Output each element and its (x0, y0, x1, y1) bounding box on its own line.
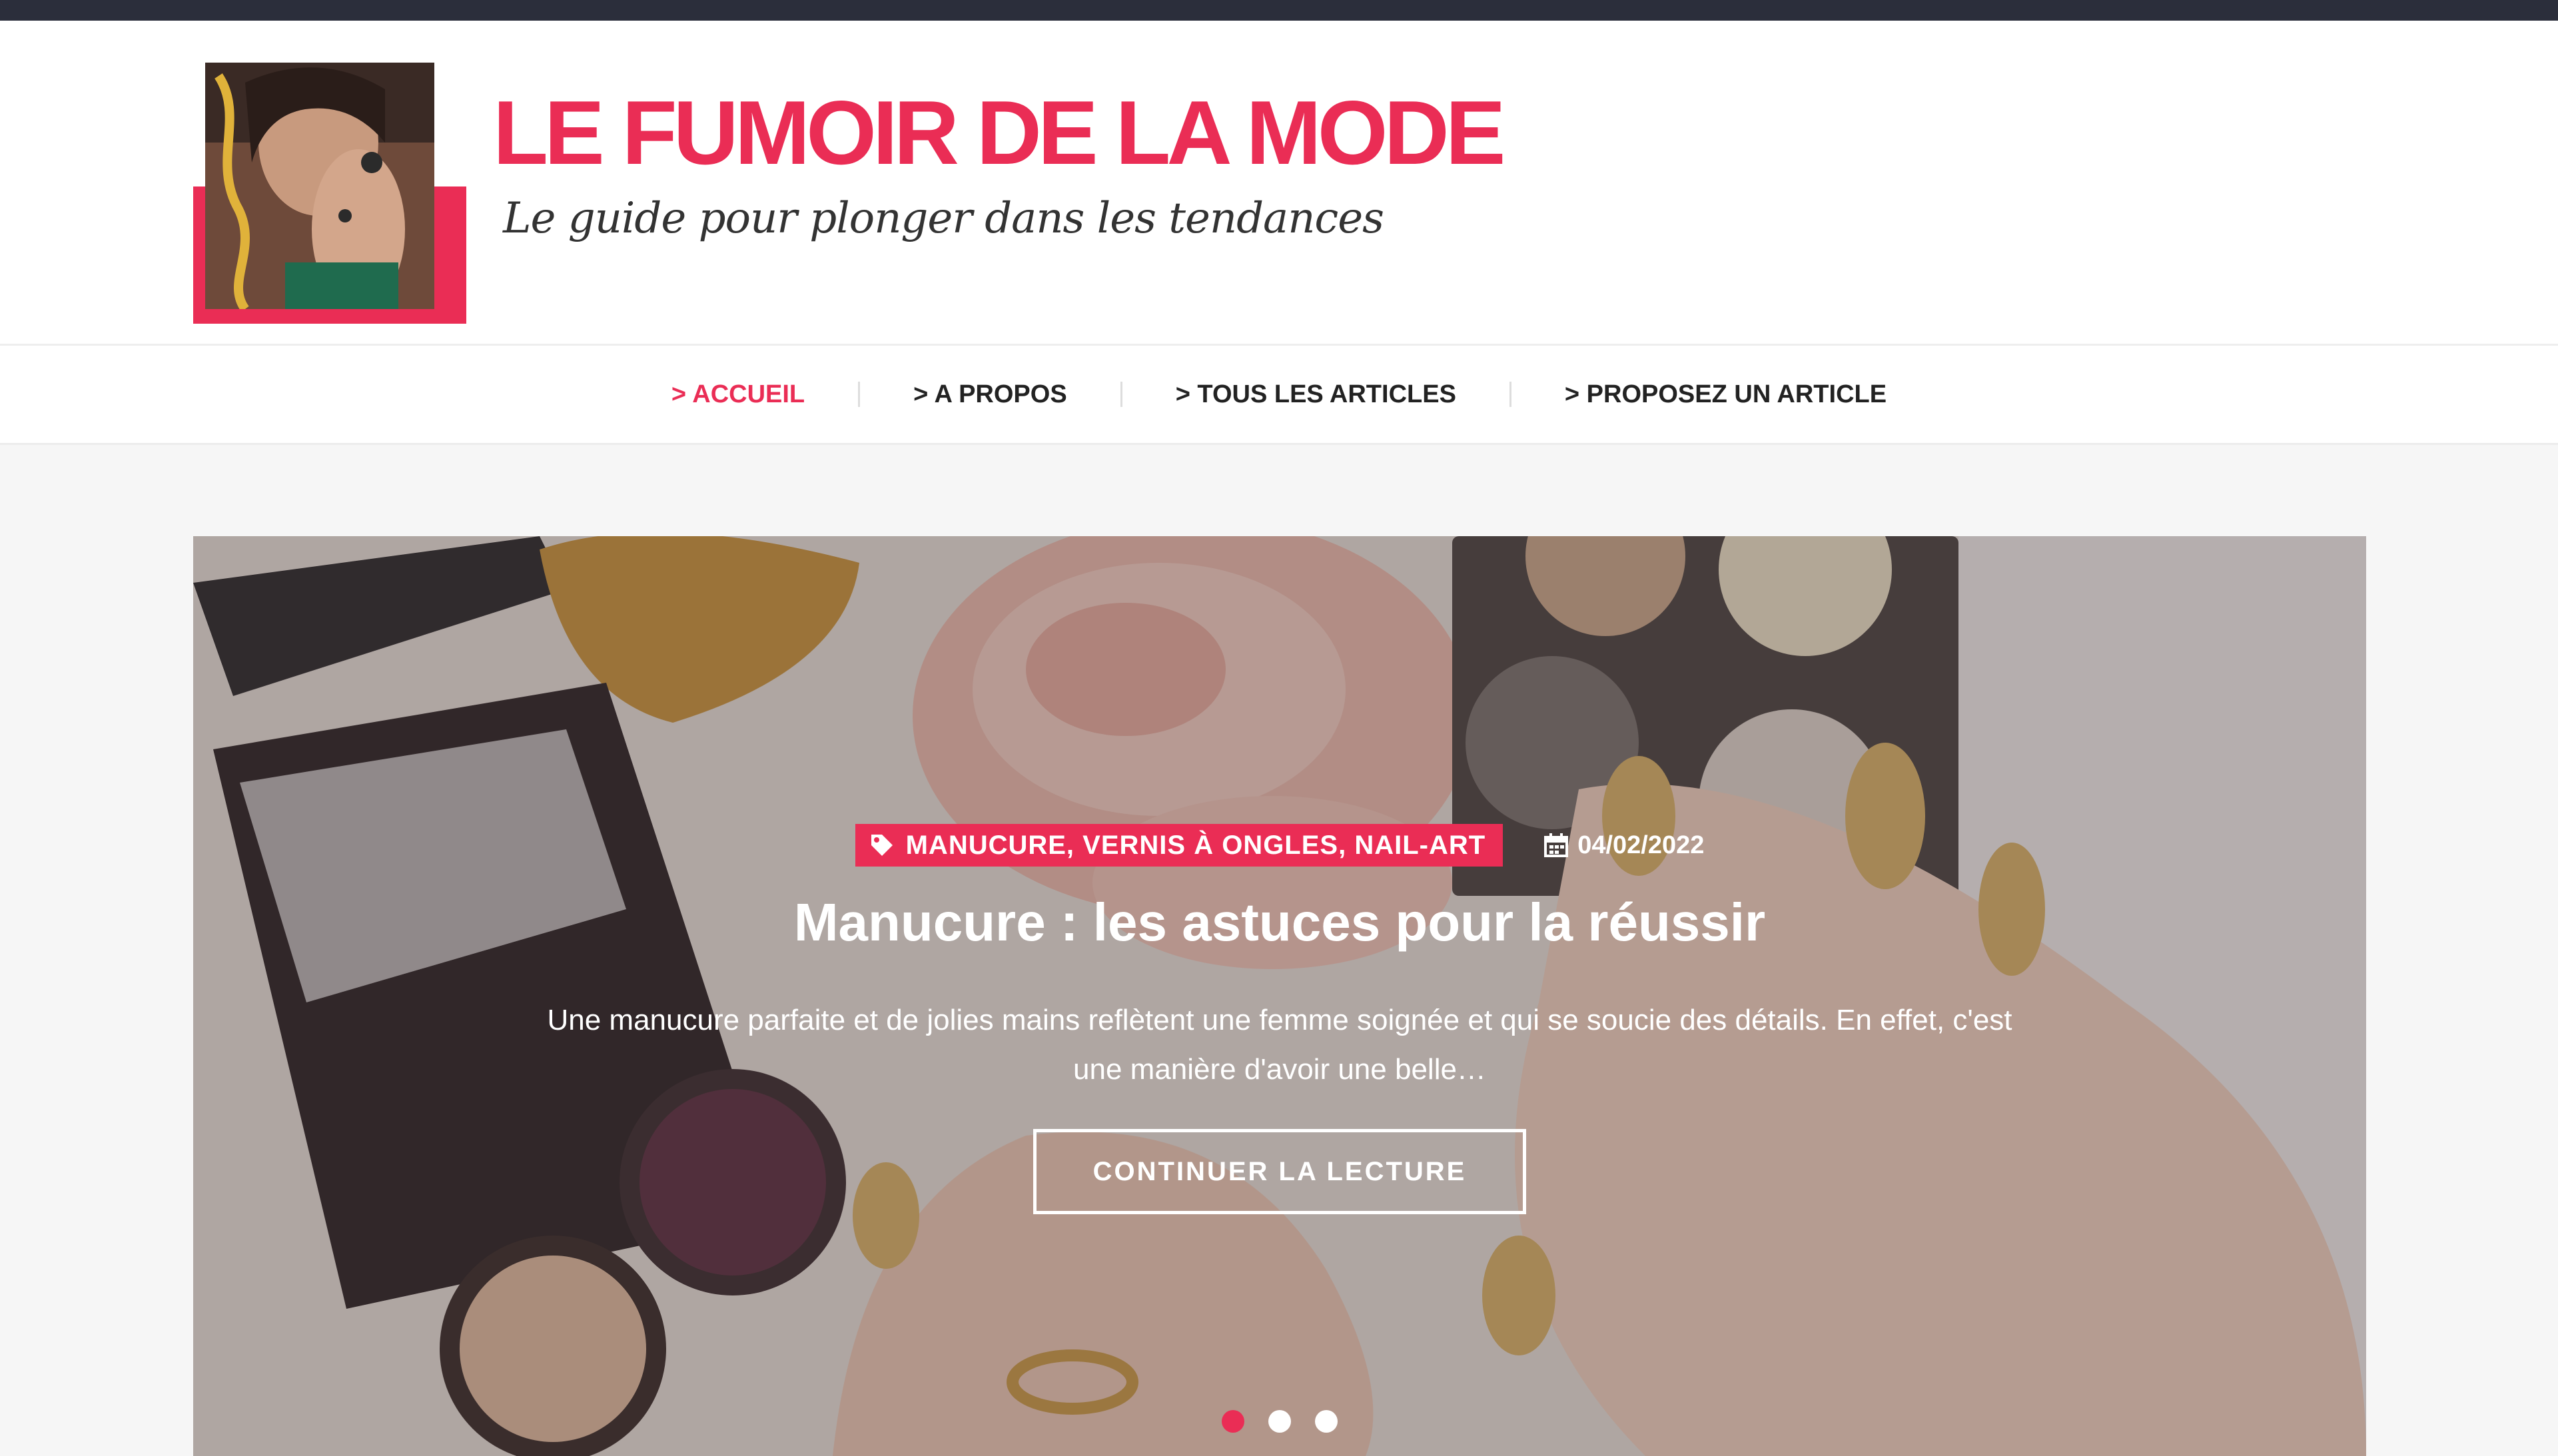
slider-dot-2[interactable] (1268, 1410, 1291, 1433)
site-tagline: Le guide pour plonger dans les tendances (503, 194, 1384, 243)
slide-excerpt: Une manucure parfaite et de jolies mains… (547, 1004, 2012, 1086)
slider-dot-3[interactable] (1315, 1410, 1338, 1433)
nav-item-a-propos[interactable]: > A PROPOS (860, 382, 1120, 407)
slide-meta: MANUCURE, VERNIS À ONGLES, NAIL-ART 04/0… (193, 824, 2366, 867)
site-header: LE FUMOIR DE LA MODE Le guide pour plong… (0, 21, 2558, 346)
tag-icon (871, 835, 893, 856)
category-badge[interactable]: MANUCURE, VERNIS À ONGLES, NAIL-ART (855, 824, 1503, 867)
post-date-text: 04/02/2022 (1577, 831, 1705, 859)
category-list: MANUCURE, VERNIS À ONGLES, NAIL-ART (905, 830, 1486, 860)
featured-slider: MANUCURE, VERNIS À ONGLES, NAIL-ART 04/0… (193, 536, 2366, 1456)
calendar-icon (1544, 833, 1569, 857)
nav-item-tous-les-articles[interactable]: > TOUS LES ARTICLES (1122, 382, 1509, 407)
nav-item-proposez-un-article[interactable]: > PROPOSEZ UN ARTICLE (1511, 382, 1940, 407)
site-title[interactable]: LE FUMOIR DE LA MODE (493, 87, 1505, 178)
logo-photo (205, 63, 434, 309)
site-logo[interactable] (193, 63, 466, 324)
post-date: 04/02/2022 (1543, 831, 1704, 860)
continue-reading-button[interactable]: CONTINUER LA LECTURE (1033, 1129, 1526, 1214)
slider-pagination (193, 1410, 2366, 1433)
main-nav: > ACCUEIL > A PROPOS > TOUS LES ARTICLES… (0, 346, 2558, 445)
top-bar (0, 0, 2558, 21)
slider-dot-1[interactable] (1222, 1410, 1244, 1433)
nav-list: > ACCUEIL > A PROPOS > TOUS LES ARTICLES… (0, 346, 2558, 443)
nav-item-accueil[interactable]: > ACCUEIL (618, 382, 858, 407)
slide-title[interactable]: Manucure : les astuces pour la réussir (193, 896, 2366, 949)
